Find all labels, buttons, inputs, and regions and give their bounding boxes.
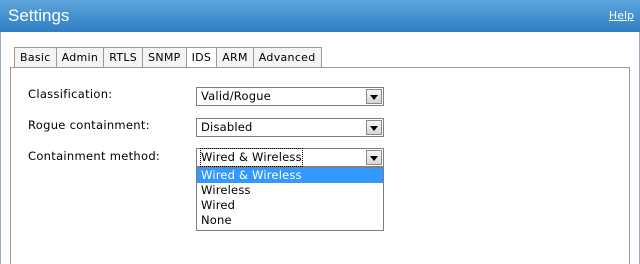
tab-rtls[interactable]: RTLS: [104, 48, 144, 68]
tab-bar: Basic Admin RTLS SNMP IDS ARM Advanced: [14, 47, 322, 68]
settings-panel: Settings Help Basic Admin RTLS SNMP IDS …: [0, 0, 640, 264]
help-link[interactable]: Help: [609, 9, 634, 22]
classification-select[interactable]: Valid/Rogue: [196, 87, 384, 106]
chevron-down-icon[interactable]: [366, 120, 382, 135]
dropdown-option-wireless[interactable]: Wireless: [197, 183, 383, 198]
tab-arm[interactable]: ARM: [217, 48, 254, 68]
dropdown-option-none[interactable]: None: [197, 213, 383, 228]
tab-admin[interactable]: Admin: [56, 48, 105, 68]
dropdown-option-wired-wireless[interactable]: Wired & Wireless: [197, 168, 383, 183]
classification-label: Classification:: [28, 87, 113, 101]
chevron-down-icon[interactable]: [366, 89, 382, 104]
containment-method-dropdown: Wired & Wireless Wireless Wired None: [196, 167, 384, 231]
containment-method-select[interactable]: Wired & Wireless: [196, 148, 384, 167]
containment-method-label: Containment method:: [28, 149, 161, 163]
rogue-containment-label: Rogue containment:: [28, 118, 150, 132]
tab-basic[interactable]: Basic: [15, 48, 57, 68]
classification-value: Valid/Rogue: [201, 89, 271, 103]
rogue-containment-select[interactable]: Disabled: [196, 118, 384, 137]
tab-snmp[interactable]: SNMP: [143, 48, 187, 68]
title-bar: Settings Help: [0, 0, 640, 32]
panel-title: Settings: [8, 6, 70, 25]
chevron-down-icon[interactable]: [366, 150, 382, 165]
tab-ids[interactable]: IDS: [186, 48, 218, 68]
dropdown-option-wired[interactable]: Wired: [197, 198, 383, 213]
containment-method-value: Wired & Wireless: [200, 148, 303, 167]
tab-advanced[interactable]: Advanced: [253, 48, 322, 68]
rogue-containment-value: Disabled: [201, 120, 253, 134]
